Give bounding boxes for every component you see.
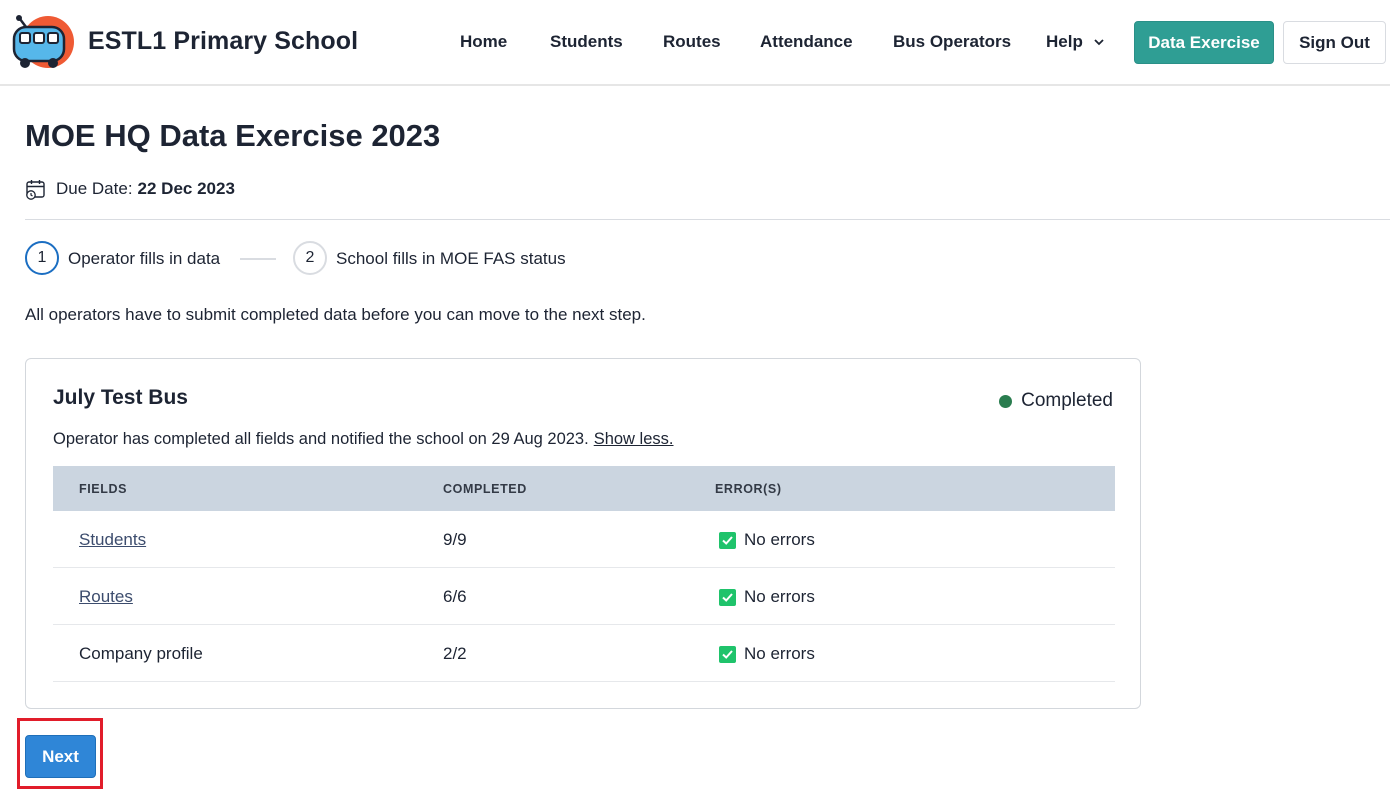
nav-routes[interactable]: Routes: [663, 32, 721, 52]
operator-name: July Test Bus: [53, 386, 188, 409]
nav-help[interactable]: Help: [1046, 32, 1083, 52]
table-header: FIELDS COMPLETED ERROR(S): [53, 466, 1115, 511]
page-title: MOE HQ Data Exercise 2023: [25, 118, 441, 153]
completed-count: 6/6: [443, 587, 467, 606]
operator-note: Operator has completed all fields and no…: [53, 430, 674, 449]
check-icon: [719, 531, 736, 549]
error-status-label: No errors: [744, 644, 815, 663]
table-row: Students 9/9 No errors: [53, 511, 1115, 568]
column-header-fields: FIELDS: [79, 482, 128, 496]
next-button[interactable]: Next: [25, 735, 96, 778]
nav-attendance[interactable]: Attendance: [760, 32, 853, 52]
due-date-label: Due Date:: [56, 179, 133, 198]
operator-card: July Test Bus Completed Operator has com…: [25, 358, 1141, 709]
data-exercise-button[interactable]: Data Exercise: [1134, 21, 1274, 64]
table-row: Routes 6/6 No errors: [53, 568, 1115, 625]
operator-note-text: Operator has completed all fields and no…: [53, 430, 589, 448]
show-less-link[interactable]: Show less.: [594, 430, 674, 448]
fields-table: FIELDS COMPLETED ERROR(S) Students 9/9 N…: [53, 466, 1115, 682]
nav-home[interactable]: Home: [460, 32, 507, 52]
chevron-down-icon[interactable]: [1093, 36, 1105, 48]
due-date-value: 22 Dec 2023: [137, 179, 235, 198]
check-icon: [719, 588, 736, 606]
column-header-errors: ERROR(S): [715, 482, 782, 496]
step-2-number: 2: [293, 241, 327, 275]
school-bus-logo-icon[interactable]: [10, 9, 74, 75]
step-1-number: 1: [25, 241, 59, 275]
error-status: No errors: [719, 644, 815, 664]
completed-count: 9/9: [443, 530, 467, 549]
status-dot-icon: [999, 394, 1013, 408]
sign-out-button[interactable]: Sign Out: [1283, 21, 1386, 64]
status-badge: Completed: [999, 390, 1113, 412]
completed-count: 2/2: [443, 644, 467, 663]
due-date-row: Due Date: 22 Dec 2023: [25, 178, 235, 200]
step-connector: [240, 258, 276, 260]
field-link-students[interactable]: Students: [79, 530, 146, 550]
error-status-label: No errors: [744, 530, 815, 549]
field-link-routes[interactable]: Routes: [79, 587, 133, 607]
section-divider: [25, 219, 1390, 220]
check-icon: [719, 645, 736, 663]
column-header-completed: COMPLETED: [443, 482, 527, 496]
field-company-profile: Company profile: [79, 644, 203, 663]
top-navigation-bar: ESTL1 Primary School Home Students Route…: [0, 0, 1390, 86]
error-status-label: No errors: [744, 587, 815, 606]
nav-bus-operators[interactable]: Bus Operators: [893, 32, 1011, 52]
instruction-text: All operators have to submit completed d…: [25, 305, 646, 324]
calendar-clock-icon: [26, 180, 45, 200]
school-name: ESTL1 Primary School: [88, 27, 359, 55]
nav-students[interactable]: Students: [550, 32, 623, 52]
status-label: Completed: [1021, 390, 1113, 411]
step-1-label: Operator fills in data: [68, 249, 221, 268]
error-status: No errors: [719, 530, 815, 550]
table-row: Company profile 2/2 No errors: [53, 625, 1115, 682]
error-status: No errors: [719, 587, 815, 607]
step-2-label: School fills in MOE FAS status: [336, 249, 566, 268]
